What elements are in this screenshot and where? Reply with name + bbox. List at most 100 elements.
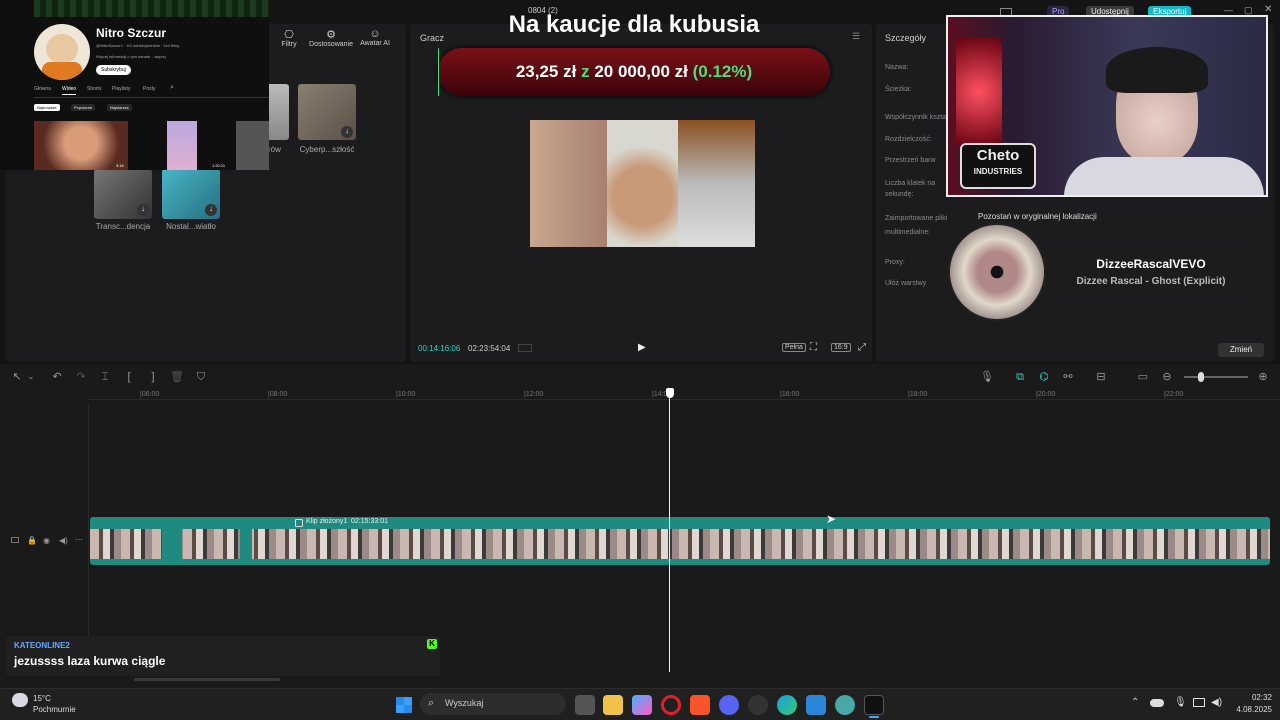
track-thumbnail-icon[interactable] [11, 537, 19, 543]
donation-percent: (0.12%) [692, 62, 753, 81]
weather-icon[interactable] [12, 693, 28, 707]
clip-icon [295, 519, 303, 527]
display-icon[interactable] [1193, 698, 1205, 707]
detail-label: Liczba klatek na sekundę: [885, 180, 936, 198]
tab-home[interactable]: Główna [34, 86, 51, 92]
more-icon[interactable]: ⋯ [75, 535, 83, 544]
media-caption-3: Transc...dencja [95, 222, 151, 231]
trim-right-icon[interactable]: ] [146, 370, 160, 384]
download-icon[interactable]: ↓ [137, 204, 149, 216]
discord-icon[interactable] [719, 695, 739, 715]
preview-pane-center [607, 120, 678, 247]
subscribe-button[interactable]: Subskrybuj [96, 65, 131, 75]
link-icon[interactable]: ⧉ [1013, 370, 1027, 384]
full-quality-button[interactable]: Pełna [782, 343, 806, 352]
zoom-out-icon[interactable]: ⊖ [1160, 370, 1174, 384]
filters-tool[interactable]: ⎔ Filtry [279, 28, 299, 48]
photos-icon[interactable] [806, 695, 826, 715]
filter-newest[interactable]: Najnowsze [34, 104, 60, 111]
eye-icon[interactable]: ◉ [43, 536, 50, 545]
detail-label: Współczynnik kształtu: [885, 114, 956, 121]
capcut-icon[interactable] [864, 695, 884, 715]
temperature: 15°C [33, 694, 51, 703]
video-thumb-3[interactable] [236, 121, 269, 170]
tab-posts[interactable]: Posty [143, 86, 156, 92]
windows-start-icon[interactable] [396, 697, 412, 713]
tab-playlists[interactable]: Playlisty [112, 86, 130, 92]
change-button[interactable]: Zmień [1218, 343, 1264, 357]
filter-popular[interactable]: Popularne [71, 104, 96, 111]
minimize-icon[interactable]: — [1224, 5, 1233, 15]
channel-more[interactable]: Więcej informacji o tym kanale ...więcej [96, 54, 166, 59]
avatar-icon: ☺ [369, 28, 381, 40]
ratio-button[interactable]: 16:9 [831, 343, 851, 352]
search-icon: ⌕ [428, 697, 435, 709]
marker-icon[interactable]: ⛉ [194, 370, 208, 384]
download-icon[interactable]: ↓ [205, 204, 217, 216]
playhead-handle[interactable] [666, 388, 674, 398]
lock-icon[interactable]: 🔒 [27, 536, 37, 545]
edge-icon[interactable] [777, 695, 797, 715]
onedrive-icon[interactable] [1150, 699, 1164, 707]
chain-icon[interactable]: ⚯ [1061, 370, 1075, 384]
undo-icon[interactable]: ↶ [50, 370, 64, 384]
download-icon[interactable]: ↓ [341, 126, 353, 138]
video-duration-2: 1:20:11 [212, 163, 226, 168]
app-icon[interactable] [835, 695, 855, 715]
task-view-icon[interactable] [575, 695, 595, 715]
focus-icon[interactable]: ⛶ [810, 342, 817, 353]
filter-oldest-label: Najstarsze [110, 105, 129, 110]
video-thumb-1[interactable] [34, 121, 128, 170]
timecode-grid-icon[interactable] [518, 344, 532, 352]
zoom-slider-track[interactable] [1184, 376, 1248, 378]
zoom-slider-handle[interactable] [1198, 372, 1204, 382]
clock-time[interactable]: 02:32 [1236, 693, 1272, 702]
magnet-icon[interactable]: ⌬ [1037, 370, 1051, 384]
copilot-icon[interactable] [632, 695, 652, 715]
video-clip[interactable] [90, 517, 1270, 565]
adjust-tool[interactable]: ⚙ Dostosowanie [307, 28, 355, 48]
detail-label: Przestrzeń barw [885, 157, 936, 164]
microphone-tray-icon[interactable]: 🎙 [1174, 697, 1187, 708]
track-area-divider [88, 404, 89, 672]
redo-icon[interactable]: ↷ [74, 370, 88, 384]
divider [34, 97, 269, 98]
menu-icon[interactable]: ☰ [852, 31, 860, 42]
preview-video [530, 120, 755, 247]
split-icon[interactable]: ⌶ [98, 370, 112, 384]
brave-icon[interactable] [690, 695, 710, 715]
adjust-label: Dostosowanie [309, 41, 353, 48]
horizontal-scrollbar[interactable] [134, 678, 280, 681]
tab-shorts[interactable]: Shorts [87, 86, 101, 92]
zoom-in-icon[interactable]: ⊕ [1256, 370, 1270, 384]
volume-tray-icon[interactable]: ◀) [1211, 697, 1222, 708]
obs-icon[interactable] [748, 695, 768, 715]
close-icon[interactable]: ✕ [1264, 4, 1272, 15]
webcam-person-body [1064, 157, 1264, 195]
chevron-up-icon[interactable]: ⌃ [1131, 697, 1139, 708]
opera-icon[interactable] [661, 695, 681, 715]
trim-left-icon[interactable]: [ [122, 370, 136, 384]
clock-date[interactable]: 4.08.2025 [1226, 705, 1272, 714]
avatar-ai-tool[interactable]: ☺ Awatar AI [357, 28, 393, 47]
channel-name: Nitro Szczur [96, 26, 167, 40]
file-explorer-icon[interactable] [603, 695, 623, 715]
play-button[interactable]: ▶ [638, 342, 646, 353]
select-tool-icon[interactable]: ↖ [10, 370, 24, 384]
media-thumb-1[interactable] [267, 84, 289, 140]
mouse-cursor-icon: ➤ [826, 512, 837, 526]
search-icon[interactable]: ⌕ [170, 84, 174, 92]
volume-icon[interactable]: ◀) [59, 536, 68, 545]
filter-oldest[interactable]: Najstarsze [107, 104, 132, 111]
taskbar-search[interactable]: ⌕ Wyszukaj [420, 693, 566, 715]
playhead-line[interactable] [669, 396, 670, 672]
fullscreen-icon[interactable]: ⤢ [858, 342, 866, 353]
preview-axis-icon[interactable]: ⊟ [1094, 370, 1108, 384]
chevron-down-icon[interactable]: ⌄ [24, 370, 38, 384]
video-thumb-2[interactable] [167, 121, 197, 170]
microphone-icon[interactable]: 🎙 [980, 370, 994, 384]
delete-icon[interactable]: 🗑 [170, 370, 184, 384]
caption-icon[interactable]: ▭ [1136, 370, 1150, 384]
avatar-face [46, 34, 78, 64]
tab-videos[interactable]: Wideo [62, 86, 77, 95]
